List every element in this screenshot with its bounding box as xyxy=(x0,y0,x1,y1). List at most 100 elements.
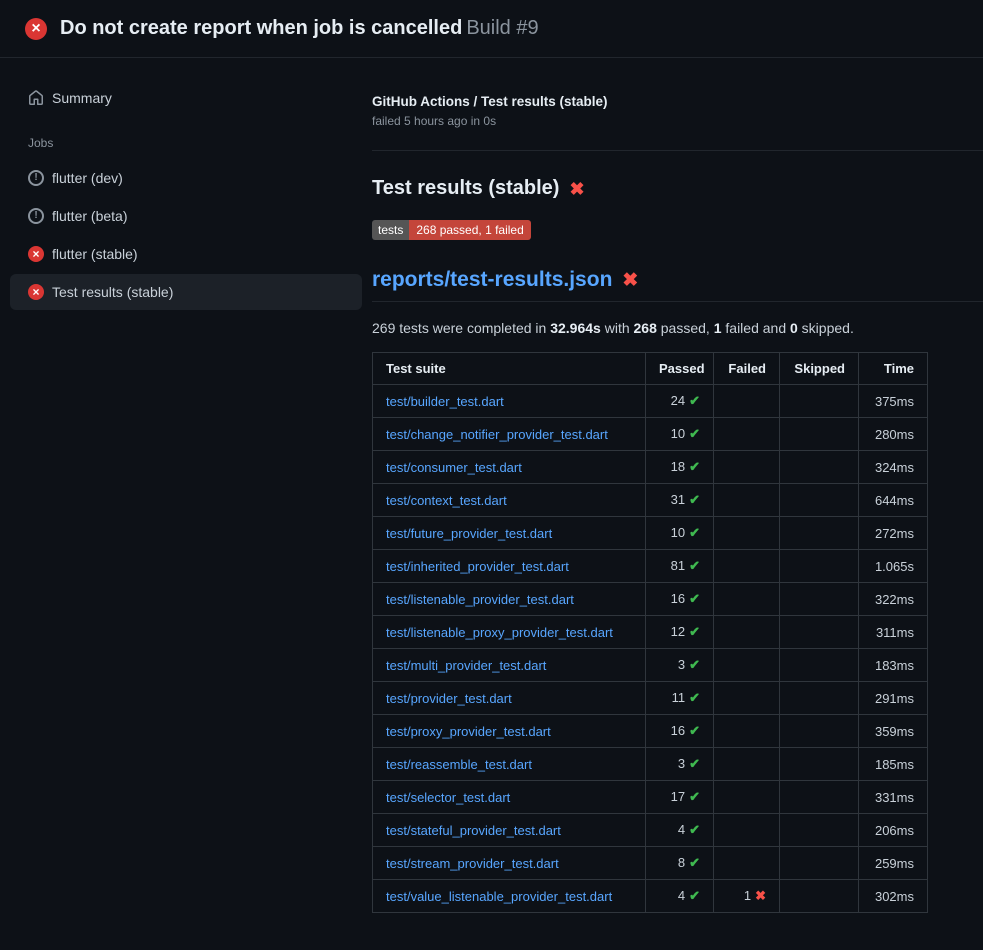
count-value: 18 xyxy=(671,459,685,474)
suite-cell: test/listenable_proxy_provider_test.dart xyxy=(373,616,646,649)
skipped-cell xyxy=(780,814,859,847)
passed-cell: 16✔ xyxy=(646,583,714,616)
sidebar-job-test-results-stable[interactable]: ×Test results (stable) xyxy=(10,274,362,310)
suite-link[interactable]: test/change_notifier_provider_test.dart xyxy=(386,427,608,442)
suite-link[interactable]: test/builder_test.dart xyxy=(386,394,504,409)
failed-cell xyxy=(714,814,780,847)
passed-cell: 10 ✔ xyxy=(646,418,714,451)
summary-text: passed, xyxy=(657,320,714,336)
sidebar-job-flutter-dev[interactable]: !flutter (dev) xyxy=(10,160,362,196)
home-icon xyxy=(28,90,44,106)
count-value: 12 xyxy=(671,624,685,639)
table-row: test/multi_provider_test.dart3✔183ms xyxy=(373,649,928,682)
skipped-cell xyxy=(780,550,859,583)
summary-text: 269 tests were completed in xyxy=(372,320,550,336)
time-cell: 183ms xyxy=(859,649,928,682)
count-value: 10 xyxy=(671,426,685,441)
suite-link[interactable]: test/inherited_provider_test.dart xyxy=(386,559,569,574)
count-value: 4 xyxy=(678,888,685,903)
x-circle-fill-icon: × xyxy=(28,246,44,262)
col-header-passed: Passed xyxy=(646,353,714,385)
suite-link[interactable]: test/listenable_proxy_provider_test.dart xyxy=(386,625,613,640)
jobs-section-label: Jobs xyxy=(10,116,362,160)
suite-link[interactable]: test/reassemble_test.dart xyxy=(386,757,532,772)
suite-link[interactable]: test/provider_test.dart xyxy=(386,691,512,706)
passed-cell: 11✔ xyxy=(646,682,714,715)
suite-cell: test/proxy_provider_test.dart xyxy=(373,715,646,748)
failed-cell xyxy=(714,418,780,451)
summary-text: with xyxy=(601,320,634,336)
summary-text: skipped. xyxy=(798,320,854,336)
job-label: flutter (beta) xyxy=(52,208,127,224)
skipped-count: 0 xyxy=(790,320,798,336)
check-icon: ✔ xyxy=(689,822,700,837)
sidebar-job-flutter-stable[interactable]: × flutter (stable) xyxy=(10,236,362,272)
suite-link[interactable]: test/consumer_test.dart xyxy=(386,460,522,475)
report-link[interactable]: reports/test-results.json xyxy=(372,268,612,292)
skipped-cell xyxy=(780,583,859,616)
skipped-cell xyxy=(780,517,859,550)
count-value: 31 xyxy=(671,492,685,507)
results-table: Test suitePassedFailedSkippedTime test/b… xyxy=(372,352,928,913)
suite-link[interactable]: test/future_provider_test.dart xyxy=(386,526,552,541)
report-title: reports/test-results.json ✖ xyxy=(372,268,983,302)
skipped-cell xyxy=(780,418,859,451)
duration-value: 32.964s xyxy=(550,320,601,336)
job-label: flutter (dev) xyxy=(52,170,123,186)
check-icon: ✔ xyxy=(689,855,700,870)
results-table-body: test/builder_test.dart24✔375mstest/chang… xyxy=(373,385,928,913)
table-row: test/provider_test.dart11✔291ms xyxy=(373,682,928,715)
passed-cell: 8✔ xyxy=(646,847,714,880)
suite-link[interactable]: test/stream_provider_test.dart xyxy=(386,856,559,871)
table-row: test/future_provider_test.dart10✔272ms xyxy=(373,517,928,550)
tests-badge: tests 268 passed, 1 failed xyxy=(372,220,531,240)
suite-link[interactable]: test/proxy_provider_test.dart xyxy=(386,724,551,739)
skipped-cell xyxy=(780,616,859,649)
table-row: test/context_test.dart31✔644ms xyxy=(373,484,928,517)
x-circle-fill-icon: × xyxy=(25,18,47,40)
suite-link[interactable]: test/selector_test.dart xyxy=(386,790,510,805)
table-row: test/stream_provider_test.dart 8✔ 259ms xyxy=(373,847,928,880)
failed-cell xyxy=(714,550,780,583)
skipped-cell xyxy=(780,847,859,880)
failed-cell xyxy=(714,715,780,748)
sidebar-item-summary[interactable]: Summary xyxy=(10,80,362,116)
failed-cell xyxy=(714,451,780,484)
x-circle-fill-icon: × xyxy=(28,284,44,300)
check-icon: ✔ xyxy=(689,789,700,804)
jobs-list: !flutter (dev)!flutter (beta) × flutter (s… xyxy=(10,160,362,310)
suite-link[interactable]: test/context_test.dart xyxy=(386,493,507,508)
badge-value: 268 passed, 1 failed xyxy=(409,220,530,240)
suite-cell: test/change_notifier_provider_test.dart xyxy=(373,418,646,451)
suite-cell: test/context_test.dart xyxy=(373,484,646,517)
main-panel: GitHub Actions / Test results (stable) f… xyxy=(372,58,983,950)
time-cell: 259ms xyxy=(859,847,928,880)
suite-link[interactable]: test/listenable_provider_test.dart xyxy=(386,592,574,607)
failed-count: 1 xyxy=(714,320,722,336)
check-icon: ✔ xyxy=(689,657,700,672)
passed-cell: 24✔ xyxy=(646,385,714,418)
check-icon: ✔ xyxy=(689,426,700,441)
suite-link[interactable]: test/stateful_provider_test.dart xyxy=(386,823,561,838)
skipped-cell xyxy=(780,748,859,781)
x-emoji-icon: ✖ xyxy=(622,271,638,290)
build-number: Build #9 xyxy=(466,17,538,39)
time-cell: 331ms xyxy=(859,781,928,814)
count-value: 11 xyxy=(672,690,686,705)
failed-cell xyxy=(714,385,780,418)
suite-link[interactable]: test/value_listenable_provider_test.dart xyxy=(386,889,612,904)
summary-text: failed and xyxy=(722,320,791,336)
skipped-cell xyxy=(780,715,859,748)
check-icon: ✔ xyxy=(689,756,700,771)
count-value: 16 xyxy=(671,591,685,606)
failed-cell xyxy=(714,682,780,715)
skipped-cell xyxy=(780,880,859,913)
job-label: flutter (stable) xyxy=(52,246,138,262)
sidebar-job-flutter-beta[interactable]: !flutter (beta) xyxy=(10,198,362,234)
suite-cell: test/value_listenable_provider_test.dart xyxy=(373,880,646,913)
passed-cell: 18✔ xyxy=(646,451,714,484)
failed-cell xyxy=(714,583,780,616)
run-meta: failed 5 hours ago in 0s xyxy=(372,114,983,128)
checks-page: × Do not create report when job is cance… xyxy=(0,0,983,950)
suite-link[interactable]: test/multi_provider_test.dart xyxy=(386,658,546,673)
